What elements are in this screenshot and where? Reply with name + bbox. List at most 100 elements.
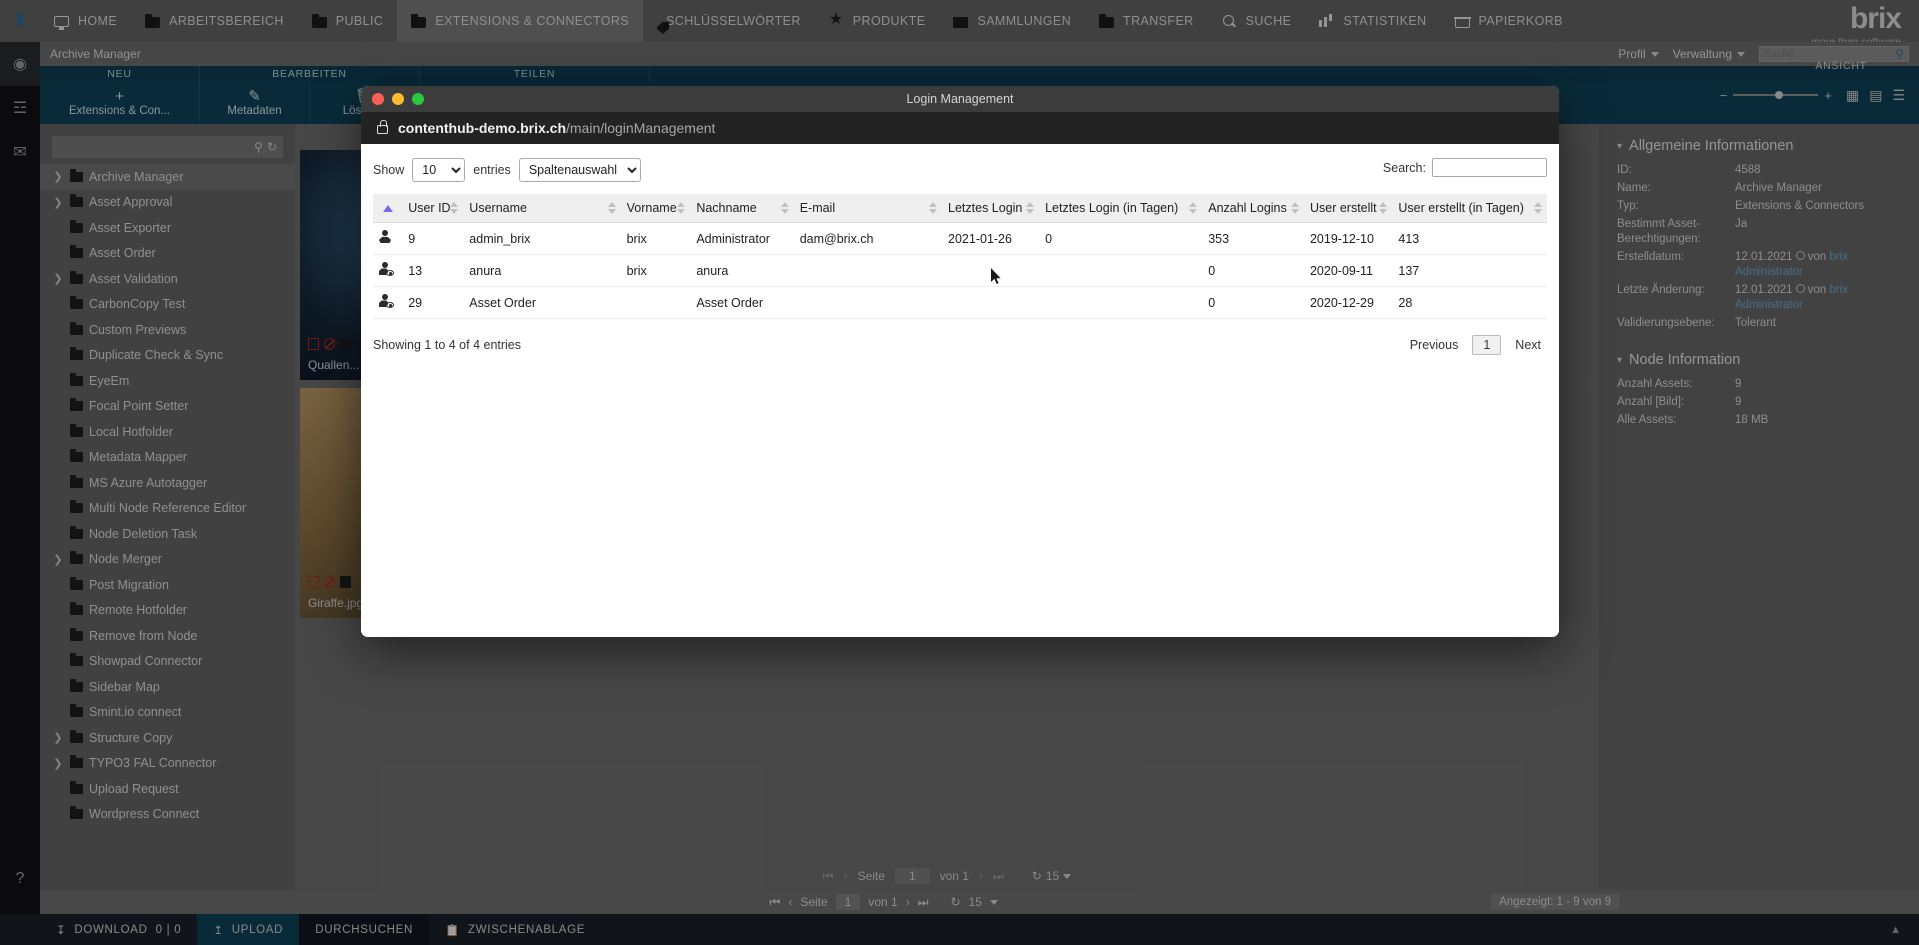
global-search-input[interactable] — [1764, 48, 1896, 60]
nav-item-transfer[interactable]: TRANSFER — [1085, 0, 1208, 42]
tree-item-asset-approval[interactable]: ❯ Asset Approval — [40, 190, 295, 216]
toolbar-edit-metadata-icon[interactable]: ✎ Metadaten — [200, 82, 310, 124]
tree-item-ms-azure-autotagger[interactable]: MS Azure Autotagger — [40, 470, 295, 496]
tree-item-asset-validation[interactable]: ❯ Asset Validation — [40, 266, 295, 292]
tree-search-box[interactable]: ⚲ ↻ — [52, 136, 283, 158]
toolbar-plus-icon[interactable]: + Extensions & Con... — [40, 82, 200, 124]
nav-item-arbeitsbereich[interactable]: ARBEITSBEREICH — [131, 0, 298, 42]
page-number-input[interactable]: 1 — [835, 894, 861, 910]
page-size-value[interactable]: 15 — [1046, 869, 1059, 883]
tree-item-duplicate-check-sync[interactable]: Duplicate Check & Sync — [40, 343, 295, 369]
tree-item-node-deletion-task[interactable]: Node Deletion Task — [40, 521, 295, 547]
tree-item-remove-from-node[interactable]: Remove from Node — [40, 623, 295, 649]
zoom-slider-group[interactable]: − + — [1720, 88, 1832, 103]
tree-item-upload-request[interactable]: Upload Request — [40, 776, 295, 802]
nav-item-suche[interactable]: SUCHE — [1208, 0, 1306, 42]
search-icon[interactable]: ⚲ — [254, 140, 263, 154]
tree-item-local-hotfolder[interactable]: Local Hotfolder — [40, 419, 295, 445]
column-select[interactable]: Spaltenauswahl — [518, 158, 641, 182]
sort-arrows-icon[interactable] — [450, 202, 459, 214]
search-icon[interactable]: ⚲ — [1895, 47, 1904, 61]
sort-arrows-icon[interactable] — [1534, 202, 1542, 214]
next-page-icon[interactable]: › — [979, 869, 983, 883]
column-header-created-days[interactable]: User erstellt (in Tagen) — [1392, 194, 1547, 223]
zwischenablage-button[interactable]: 📋 ZWISCHENABLAGE — [429, 914, 601, 945]
chevron-right-icon[interactable]: ❯ — [52, 170, 64, 183]
zoom-in-button[interactable]: + — [1824, 88, 1832, 103]
nav-item-home[interactable]: HOME — [40, 0, 131, 42]
column-header-nachname[interactable]: Nachname — [690, 194, 794, 223]
column-header-icon[interactable] — [373, 194, 403, 223]
tree-search-input[interactable] — [58, 140, 251, 154]
last-page-icon[interactable]: ⏭ — [993, 869, 1004, 884]
sort-arrows-icon[interactable] — [1026, 202, 1035, 214]
durchsuchen-button[interactable]: DURCHSUCHEN — [299, 914, 429, 945]
rail-user-icon[interactable]: ◉ — [0, 42, 40, 86]
node-info-section-header[interactable]: ▾ Node Information — [1617, 352, 1901, 368]
tree-item-typo3-fal-connector[interactable]: ❯ TYPO3 FAL Connector — [40, 751, 295, 777]
profil-menu[interactable]: Profil — [1618, 47, 1659, 61]
view-list-icon[interactable]: ☰ — [1892, 87, 1905, 104]
sort-arrows-icon[interactable] — [677, 202, 686, 214]
chevron-right-icon[interactable]: ❯ — [52, 196, 64, 209]
nav-item-produkte[interactable]: PRODUKTE — [815, 0, 940, 42]
tree-item-carboncopy-test[interactable]: CarbonCopy Test — [40, 292, 295, 318]
column-header-vorname[interactable]: Vorname — [620, 194, 691, 223]
previous-page-button[interactable]: Previous — [1410, 338, 1459, 352]
nav-item-extensions-connectors[interactable]: EXTENSIONS & CONNECTORS — [397, 0, 644, 42]
sort-arrows-icon[interactable] — [929, 202, 938, 214]
sort-arrows-icon[interactable] — [1290, 202, 1299, 214]
tree-item-showpad-connector[interactable]: Showpad Connector — [40, 649, 295, 675]
view-grid-small-icon[interactable]: ▦ — [1846, 87, 1859, 104]
page-number-input[interactable]: 1 — [894, 868, 930, 884]
nav-item-sammlungen[interactable]: SAMMLUNGEN — [939, 0, 1085, 42]
last-page-icon[interactable]: ⏭ — [918, 895, 929, 910]
general-info-section-header[interactable]: ▾ Allgemeine Informationen — [1617, 138, 1901, 154]
chevron-right-icon[interactable]: ❯ — [52, 757, 64, 770]
sort-arrows-icon[interactable] — [607, 202, 616, 214]
next-page-icon[interactable]: › — [906, 895, 910, 909]
rail-help-icon[interactable]: ? — [0, 857, 40, 901]
column-header-user-id[interactable]: User ID — [402, 194, 464, 223]
first-page-icon[interactable]: ⏮ — [823, 869, 834, 884]
tree-item-post-migration[interactable]: Post Migration — [40, 572, 295, 598]
nav-item-public[interactable]: PUBLIC — [298, 0, 398, 42]
prev-page-icon[interactable]: ‹ — [788, 895, 792, 909]
tree-item-sidebar-map[interactable]: Sidebar Map — [40, 674, 295, 700]
nav-item-papierkorb[interactable]: PAPIERKORB — [1441, 0, 1577, 42]
verwaltung-menu[interactable]: Verwaltung — [1673, 47, 1745, 61]
zoom-out-button[interactable]: − — [1720, 88, 1728, 103]
chevron-right-icon[interactable]: ❯ — [52, 731, 64, 744]
column-header-email[interactable]: E-mail — [793, 194, 943, 223]
table-row[interactable]: 13 anura brix anura 0 2020-09-11 137 — [373, 254, 1547, 287]
tree-item-asset-order[interactable]: Asset Order — [40, 241, 295, 267]
rail-layers-icon[interactable]: ☲ — [0, 86, 40, 130]
chevron-right-icon[interactable]: ❯ — [52, 272, 64, 285]
column-header-created[interactable]: User erstellt — [1303, 194, 1393, 223]
chevron-right-icon[interactable]: ❯ — [52, 553, 64, 566]
tree-item-eyeem[interactable]: EyeEm — [40, 368, 295, 394]
tree-item-archive-manager[interactable]: ❯ Archive Manager — [40, 164, 295, 190]
next-page-button[interactable]: Next — [1515, 338, 1541, 352]
column-header-login-count[interactable]: Anzahl Logins — [1202, 194, 1304, 223]
column-header-username[interactable]: Username — [463, 194, 621, 223]
tree-item-node-merger[interactable]: ❯ Node Merger — [40, 547, 295, 573]
tree-item-smint-io-connect[interactable]: Smint.io connect — [40, 700, 295, 726]
tree-item-wordpress-connect[interactable]: Wordpress Connect — [40, 802, 295, 828]
tree-item-multi-node-reference-editor[interactable]: Multi Node Reference Editor — [40, 496, 295, 522]
search-input[interactable] — [1432, 158, 1547, 177]
sort-arrows-icon[interactable] — [780, 202, 789, 214]
tree-item-focal-point-setter[interactable]: Focal Point Setter — [40, 394, 295, 420]
prev-page-icon[interactable]: ‹ — [844, 869, 848, 883]
sort-arrows-icon[interactable] — [1379, 202, 1388, 214]
tree-item-structure-copy[interactable]: ❯ Structure Copy — [40, 725, 295, 751]
column-header-last-login-days[interactable]: Letztes Login (in Tagen) — [1039, 194, 1203, 223]
rail-chat-icon[interactable]: ✉ — [0, 130, 40, 174]
window-titlebar[interactable]: Login Management — [361, 86, 1559, 112]
tree-item-remote-hotfolder[interactable]: Remote Hotfolder — [40, 598, 295, 624]
zoom-slider[interactable] — [1733, 91, 1819, 99]
sort-arrows-icon[interactable] — [1189, 202, 1198, 214]
download-button[interactable]: ↧ DOWNLOAD 0 | 0 — [40, 914, 197, 945]
table-row[interactable]: 29 Asset Order Asset Order 0 2020-12-29 28 — [373, 286, 1547, 319]
page-size-value[interactable]: 15 — [969, 895, 982, 909]
